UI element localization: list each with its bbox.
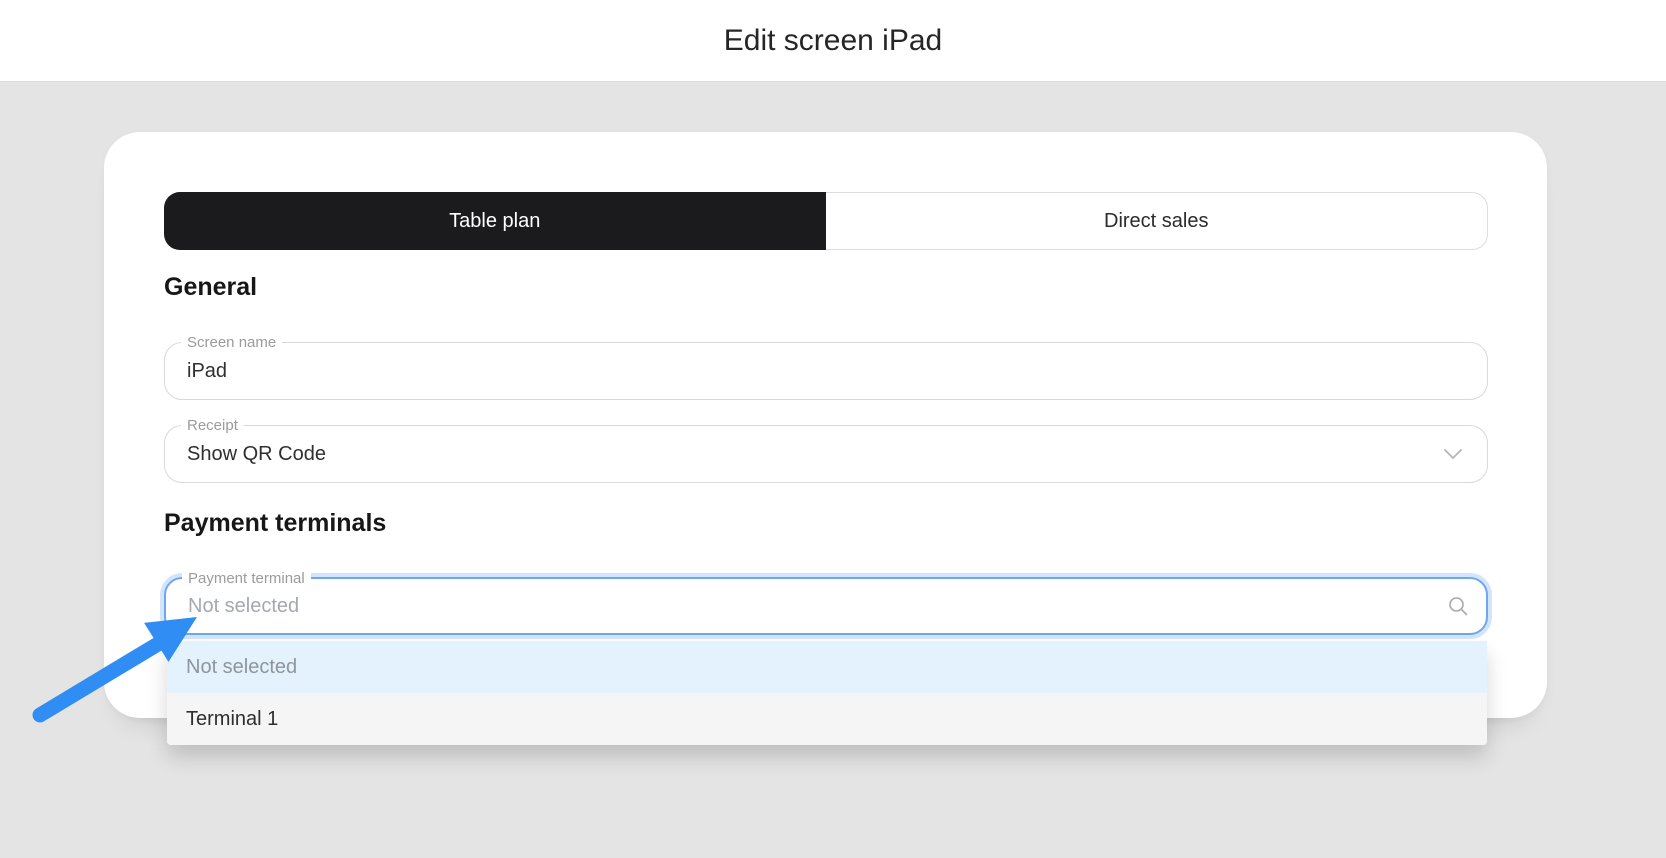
screen-name-field[interactable]: Screen name — [164, 342, 1488, 400]
dropdown-option-terminal-1[interactable]: Terminal 1 — [167, 693, 1487, 745]
payment-terminals-heading: Payment terminals — [164, 509, 386, 538]
screen-name-input[interactable] — [165, 343, 1487, 399]
page-title: Edit screen iPad — [724, 24, 942, 58]
receipt-selected-value: Show QR Code — [165, 443, 326, 466]
receipt-select[interactable]: Receipt Show QR Code — [164, 425, 1488, 483]
payment-terminal-field[interactable]: Payment terminal — [164, 577, 1488, 635]
payment-terminal-label: Payment terminal — [182, 569, 311, 588]
search-icon — [1446, 594, 1470, 618]
tab-control: Table plan Direct sales — [164, 192, 1488, 250]
screen-name-label: Screen name — [181, 333, 282, 352]
payment-terminal-search-input[interactable] — [166, 579, 1486, 633]
terminal-dropdown-menu: Not selected Terminal 1 — [167, 641, 1487, 745]
header-bar: Edit screen iPad — [0, 0, 1666, 82]
edit-screen-card: Table plan Direct sales General Screen n… — [104, 132, 1547, 718]
chevron-down-icon — [1443, 448, 1463, 460]
tab-table-plan[interactable]: Table plan — [164, 192, 826, 250]
receipt-label: Receipt — [181, 416, 244, 435]
tab-direct-sales[interactable]: Direct sales — [826, 193, 1488, 249]
general-heading: General — [164, 273, 257, 302]
dropdown-option-not-selected[interactable]: Not selected — [167, 641, 1487, 693]
